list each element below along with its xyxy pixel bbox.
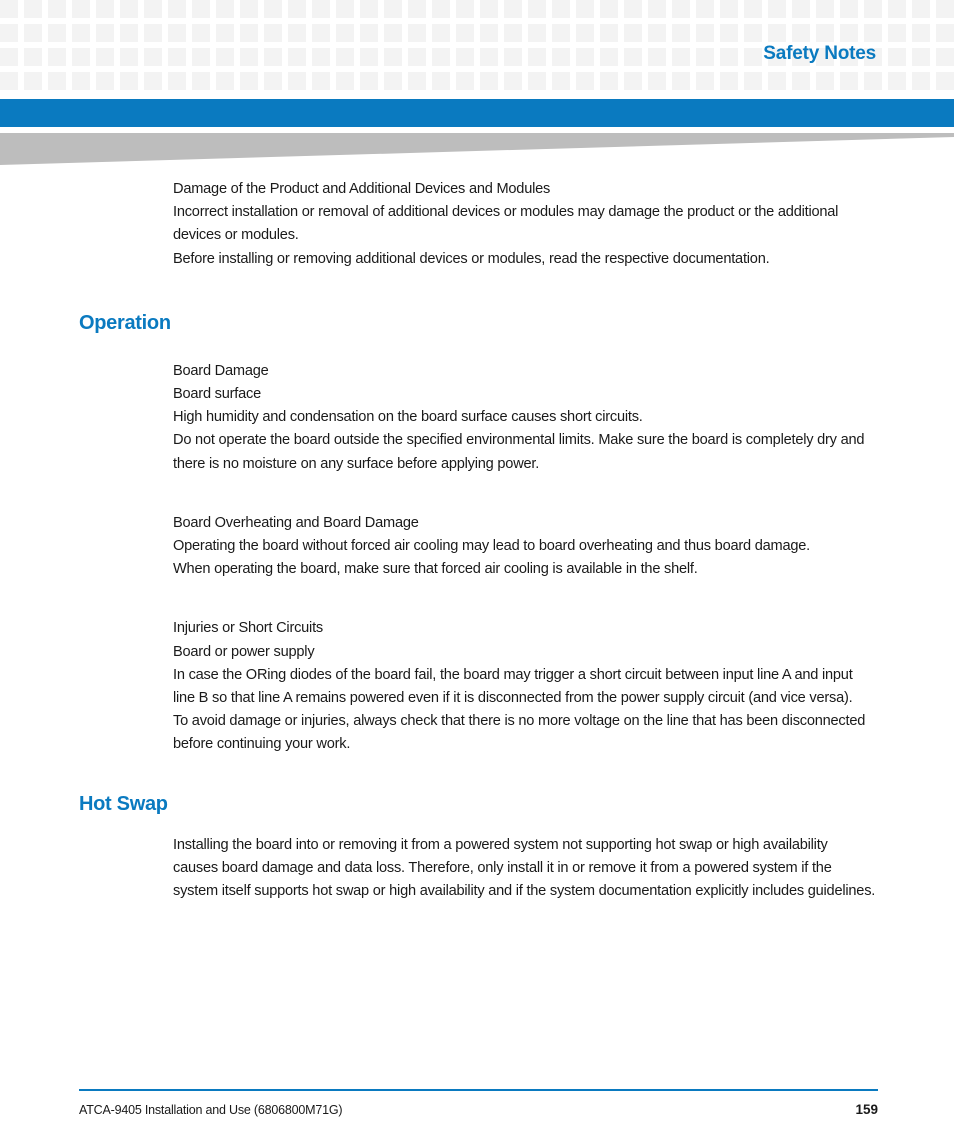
header-blue-band	[0, 99, 954, 127]
section-heading-hot-swap: Hot Swap	[79, 792, 168, 815]
injuries-action: To avoid damage or injuries, always chec…	[173, 713, 866, 753]
warning-board-overheating: Board Overheating and Board Damage Opera…	[173, 512, 876, 582]
board-overheating-cause: Operating the board without forced air c…	[173, 538, 810, 555]
header-gray-wedge	[0, 133, 954, 165]
document-page: Safety Notes Damage of the Product and A…	[0, 0, 954, 1145]
injuries-title: Injuries or Short Circuits	[173, 620, 323, 637]
board-damage-cause: High humidity and condensation on the bo…	[173, 409, 643, 426]
document-body: Damage of the Product and Additional Dev…	[0, 178, 954, 903]
footer-document-title: ATCA-9405 Installation and Use (6806800M…	[79, 1103, 343, 1117]
board-overheating-title: Board Overheating and Board Damage	[173, 514, 419, 531]
warning-board-damage: Board Damage Board surface High humidity…	[173, 360, 876, 476]
spacer-board-damage	[0, 476, 954, 512]
injuries-subject: Board or power supply	[173, 643, 315, 660]
board-overheating-action: When operating the board, make sure that…	[173, 561, 698, 578]
warning-injuries-short-circuits: Injuries or Short Circuits Board or powe…	[173, 617, 876, 756]
injuries-cause: In case the ORing diodes of the board fa…	[173, 666, 853, 707]
section-heading-operation: Operation	[79, 311, 171, 334]
intro-line-2: Incorrect installation or removal of add…	[173, 204, 839, 244]
spacer-injuries	[0, 757, 954, 793]
intro-warning-block: Damage of the Product and Additional Dev…	[173, 178, 876, 271]
spacer-intro	[0, 271, 954, 312]
board-damage-title: Board Damage	[173, 362, 269, 379]
footer-divider	[79, 1089, 878, 1091]
spacer-after-operation-heading	[0, 335, 954, 360]
page-header-title: Safety Notes	[763, 43, 876, 64]
board-damage-subject: Board surface	[173, 386, 261, 403]
hot-swap-body: Installing the board into or removing it…	[173, 836, 876, 900]
intro-line-1: Damage of the Product and Additional Dev…	[173, 181, 551, 197]
intro-line-3: Before installing or removing additional…	[173, 250, 770, 267]
spacer-board-overheating	[0, 581, 954, 617]
board-damage-action: Do not operate the board outside the spe…	[173, 432, 865, 472]
page-footer: ATCA-9405 Installation and Use (6806800M…	[79, 1089, 878, 1117]
footer-page-number: 159	[855, 1102, 878, 1117]
hot-swap-body-block: Installing the board into or removing it…	[173, 834, 876, 904]
footer-row: ATCA-9405 Installation and Use (6806800M…	[79, 1102, 878, 1117]
spacer-after-hotswap-heading	[0, 816, 954, 834]
